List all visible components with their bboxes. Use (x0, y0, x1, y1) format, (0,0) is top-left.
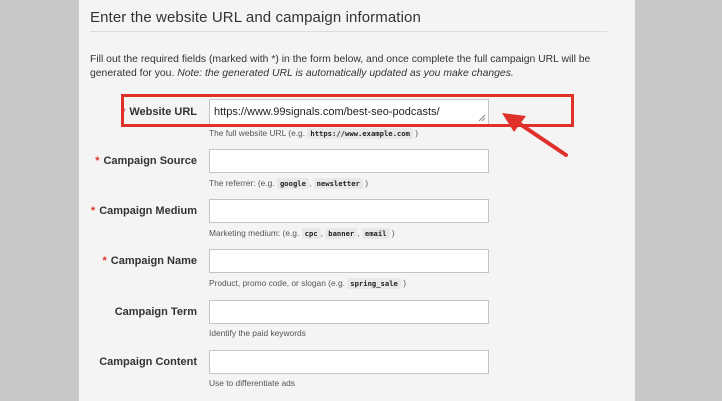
help-text: The full website URL (e.g. (209, 128, 306, 138)
intro-text: Fill out the required fields (marked wit… (90, 53, 610, 81)
help-text: Product, promo code, or slogan (e.g. (209, 278, 345, 288)
campaign-content-label: Campaign Content (99, 356, 197, 368)
campaign-term-label: Campaign Term (114, 306, 197, 318)
campaign-term-help: Identify the paid keywords (209, 328, 306, 338)
campaign-source-input[interactable] (209, 149, 489, 173)
arrow-icon (502, 113, 568, 157)
intro-note: Note: the generated URL is automatically… (177, 68, 514, 79)
campaign-content-help: Use to differentiate ads (209, 378, 295, 388)
campaign-name-input[interactable] (209, 249, 489, 273)
help-code: spring_sale (347, 278, 401, 289)
help-text: , (357, 228, 360, 238)
required-mark: * (102, 255, 107, 267)
campaign-source-label-text: Campaign Source (103, 155, 197, 167)
website-url-help: The full website URL (e.g. https://www.e… (209, 128, 419, 139)
help-code: newsletter (313, 178, 363, 189)
help-text: The referrer: (e.g. (209, 178, 275, 188)
required-mark: * (95, 155, 100, 167)
help-text: ) (365, 178, 368, 188)
required-mark: * (90, 205, 96, 217)
help-text: ) (391, 228, 395, 238)
campaign-medium-label: * Campaign Medium (91, 199, 197, 223)
campaign-name-label-text: Campaign Name (110, 255, 197, 267)
campaign-term-input[interactable] (209, 300, 489, 324)
campaign-source-label: * Campaign Source (95, 149, 197, 173)
campaign-medium-help: Marketing medium: (e.g. cpc, banner, ema… (209, 228, 395, 239)
help-code: email (361, 228, 390, 239)
campaign-medium-label-text: Campaign Medium (99, 205, 197, 217)
help-code: google (276, 178, 309, 189)
help-code: banner (325, 228, 358, 239)
help-text: ) (415, 128, 419, 138)
section-title: Enter the website URL and campaign infor… (90, 9, 421, 26)
help-code: https://www.example.com (307, 128, 413, 139)
help-text: , (308, 178, 312, 188)
help-code: cpc (301, 228, 321, 239)
help-text: Marketing medium: (e.g. (209, 228, 300, 238)
help-text: , (320, 228, 323, 238)
campaign-content-input[interactable] (209, 350, 489, 374)
divider (90, 31, 607, 32)
campaign-source-help: The referrer: (e.g. google, newsletter ) (209, 178, 368, 189)
campaign-name-help: Product, promo code, or slogan (e.g. spr… (209, 278, 406, 289)
campaign-name-label: * Campaign Name (103, 249, 197, 273)
campaign-medium-input[interactable] (209, 199, 489, 223)
form-panel: Enter the website URL and campaign infor… (79, 0, 635, 401)
help-text: ) (403, 278, 406, 288)
